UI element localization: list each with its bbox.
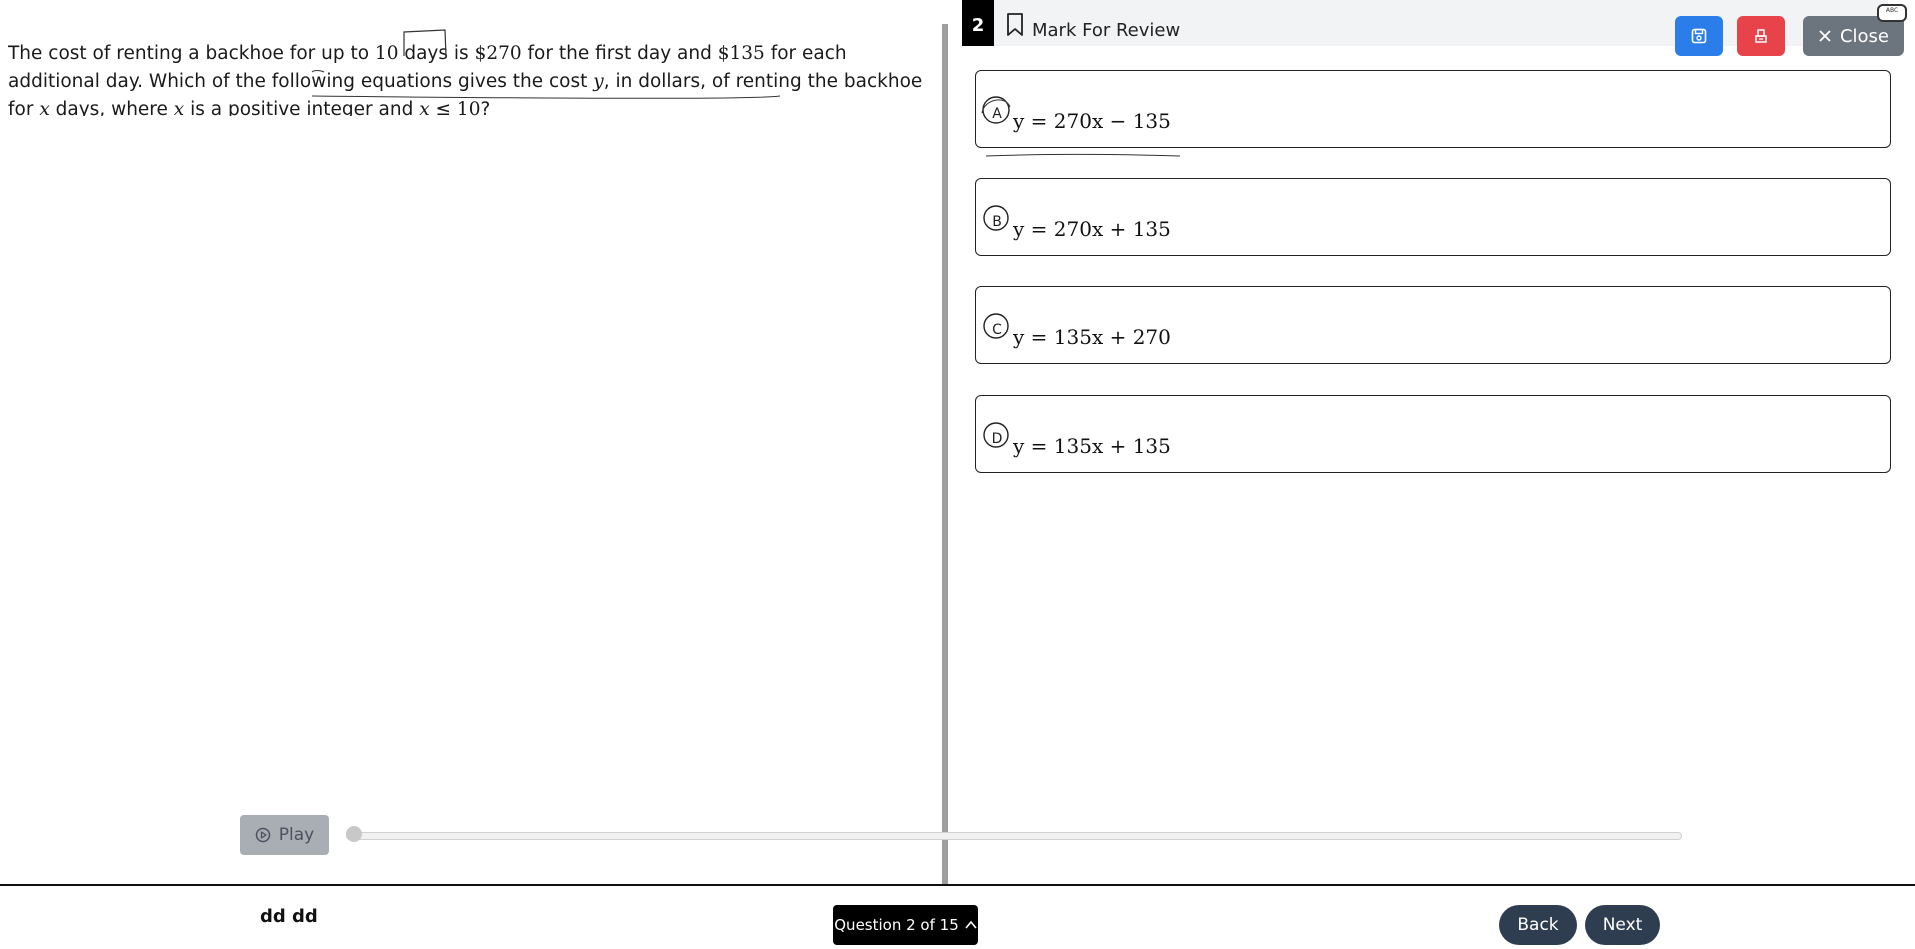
- choice-expression: y = 135x + 135: [1013, 434, 1171, 458]
- corner-widget[interactable]: ABC: [1877, 4, 1907, 22]
- question-passage: The cost of renting a backhoe for up to …: [8, 40, 928, 116]
- passage-text: The cost of renting a backhoe for up to: [8, 43, 375, 64]
- footer-bar: dd dd Question 2 of 15 Back Next: [0, 884, 1915, 949]
- student-name: dd dd: [260, 906, 318, 927]
- passage-variable: x: [419, 99, 430, 116]
- passage-variable: y: [593, 71, 604, 92]
- choice-letter-text: B: [992, 214, 1002, 230]
- play-button[interactable]: Play: [240, 815, 329, 855]
- choice-letter-text: D: [991, 431, 1003, 447]
- mark-for-review-toggle[interactable]: Mark For Review: [1006, 8, 1180, 42]
- answer-choice-a[interactable]: A y = 270x − 135: [975, 70, 1891, 148]
- passage-variable: x: [173, 99, 185, 116]
- eraser-button[interactable]: [1737, 16, 1785, 56]
- choice-expression: y = 270x + 135: [1013, 217, 1171, 241]
- choice-expression: y = 270x − 135: [1013, 109, 1171, 133]
- passage-variable: x: [39, 99, 50, 116]
- pane-divider[interactable]: [942, 24, 948, 884]
- answer-choice-b[interactable]: B y = 270x + 135: [975, 178, 1891, 256]
- passage-number: 10: [456, 99, 481, 116]
- question-navigator-button[interactable]: Question 2 of 15: [833, 905, 978, 945]
- eraser-icon: [1755, 29, 1767, 43]
- choice-letter-text: C: [992, 322, 1002, 338]
- passage-text: is a positive integer and: [184, 99, 420, 116]
- passage-number: 10: [374, 43, 399, 64]
- answer-choice-c[interactable]: C y = 135x + 270: [975, 286, 1891, 364]
- passage-number: $135: [717, 43, 765, 64]
- save-button[interactable]: [1675, 16, 1723, 56]
- passage-number: $270: [474, 43, 522, 64]
- passage-text: days, where: [49, 99, 174, 116]
- choice-letter-a[interactable]: A: [981, 96, 1012, 129]
- play-circle-icon: [255, 827, 271, 843]
- audio-seek-handle[interactable]: [346, 826, 362, 842]
- mark-for-review-label: Mark For Review: [1032, 19, 1181, 41]
- save-icon: [1691, 28, 1707, 44]
- bookmark-icon: [1007, 13, 1023, 36]
- close-icon: [1819, 30, 1831, 42]
- close-label: Close: [1839, 25, 1890, 47]
- answer-choice-d[interactable]: D y = 135x + 135: [975, 395, 1891, 473]
- next-button[interactable]: Next: [1585, 905, 1660, 945]
- passage-text: ≤: [429, 99, 457, 116]
- back-button[interactable]: Back: [1499, 905, 1577, 945]
- choice-letter-text: A: [992, 106, 1002, 122]
- passage-text: ?: [480, 99, 491, 116]
- chevron-up-icon: [965, 920, 977, 929]
- question-number-badge: 2: [962, 0, 994, 46]
- choice-expression: y = 135x + 270: [1013, 325, 1171, 349]
- close-button[interactable]: Close: [1803, 16, 1904, 56]
- choice-letter-b[interactable]: B: [982, 205, 1012, 237]
- choice-letter-d[interactable]: D: [982, 422, 1012, 454]
- audio-seek-bar[interactable]: [346, 832, 1682, 840]
- question-navigator-label: Question 2 of 15: [834, 916, 959, 934]
- passage-text: for the first day and: [521, 43, 718, 64]
- choice-letter-c[interactable]: C: [982, 313, 1012, 345]
- passage-text: days is: [398, 43, 475, 64]
- play-label: Play: [278, 825, 315, 845]
